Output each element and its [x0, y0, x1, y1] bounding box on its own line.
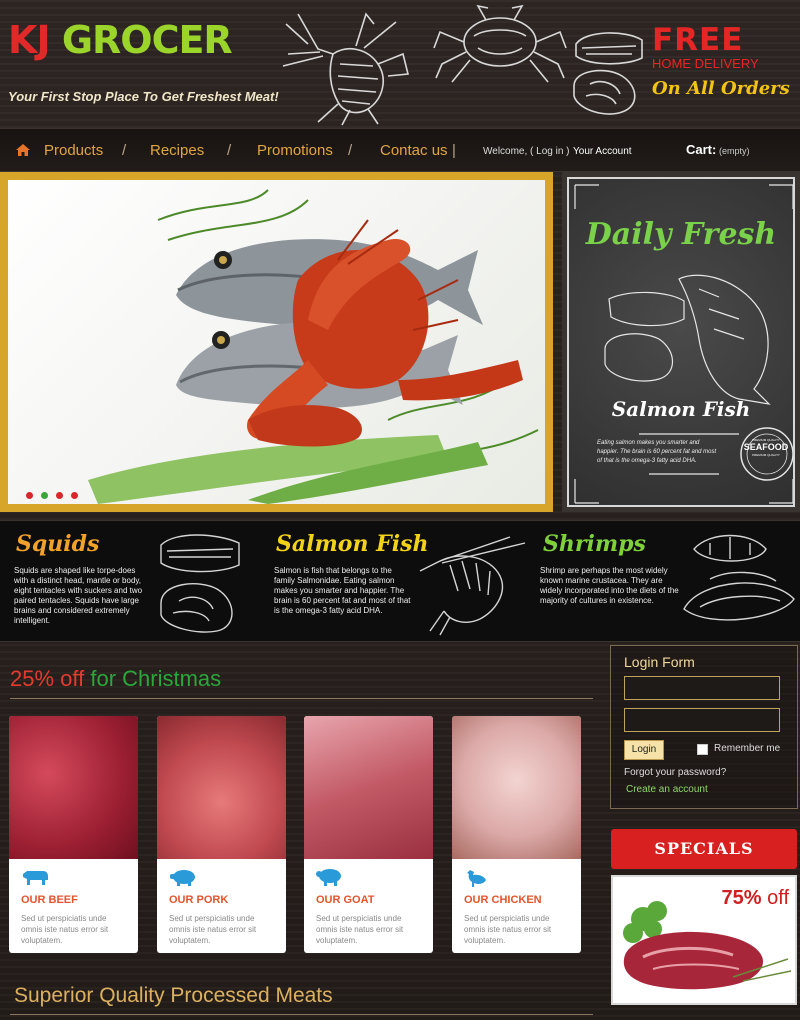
password-field[interactable] [624, 708, 780, 732]
site-header: KJ GROCER Your First Stop Place To Get F… [0, 0, 800, 128]
cow-icon [23, 871, 48, 885]
login-form: Login Form Login Remember me Forgot your… [610, 645, 798, 809]
free-delivery-orders: On All Orders [652, 78, 790, 99]
chicken-icon [467, 870, 486, 887]
promo-title-green: for Christmas [90, 666, 222, 691]
card-text: Sed ut perspiciatis unde omnis iste natu… [316, 914, 404, 945]
card-title[interactable]: OUR GOAT [316, 894, 374, 906]
card-text: Sed ut perspiciatis unde omnis iste natu… [169, 914, 257, 945]
cart-status: (empty) [719, 146, 750, 156]
specials-discount: 75% off [722, 887, 789, 910]
logo-kj: KJ [8, 18, 51, 62]
nav-separator: / [348, 142, 353, 159]
salmon-strip-text: Salmon is fish that belongs to the famil… [274, 566, 411, 615]
free-delivery-title: FREE [652, 22, 744, 58]
product-card-beef[interactable]: OUR BEEF Sed ut perspiciatis unde omnis … [9, 716, 138, 953]
main-nav: Products / Recipes / Promotions / Contac… [0, 128, 800, 172]
daily-fresh-board: Daily Fresh Salmon Fish Eating salmon ma… [562, 172, 800, 512]
shrimp-sketch-icon [419, 536, 526, 636]
lobster-sketch-icon [282, 12, 410, 126]
goat-image [304, 716, 433, 859]
specials-off: off [767, 887, 789, 909]
shrimps-text: Shrimp are perhaps the most widely known… [540, 566, 679, 605]
nav-contact[interactable]: Contac us [380, 142, 448, 159]
specials-header: SPECIALS [611, 829, 797, 869]
home-icon[interactable] [15, 143, 31, 157]
hero-image [8, 180, 545, 504]
nav-promotions[interactable]: Promotions [257, 142, 333, 159]
pork-image [157, 716, 286, 859]
beef-image [9, 716, 138, 859]
slide-dot-2[interactable] [41, 492, 48, 499]
nav-products[interactable]: Products [44, 142, 103, 159]
chicken-image [452, 716, 581, 859]
product-card-chicken[interactable]: OUR CHICKEN Sed ut perspiciatis unde omn… [452, 716, 581, 953]
login-button[interactable]: Login [624, 740, 664, 760]
promo-title-red: 25% off [10, 666, 85, 691]
tagline: Your First Stop Place To Get Freshest Me… [8, 89, 279, 104]
salmon-fish-title: Salmon Fish [611, 397, 751, 421]
create-account-link[interactable]: Create an account [626, 784, 708, 795]
remember-label: Remember me [714, 743, 781, 754]
login-title: Login Form [624, 654, 695, 670]
nav-separator: / [122, 142, 127, 159]
nav-bar: | [452, 142, 456, 159]
squids-text: Squids are shaped like torpe-does with a… [14, 566, 143, 625]
daily-fresh-title: Daily Fresh [585, 217, 777, 252]
remember-checkbox[interactable] [697, 744, 708, 755]
slide-dot-1[interactable] [26, 492, 33, 499]
salmon-strip-title: Salmon Fish [276, 531, 429, 557]
seafood-badge: PREMIUM QUALITY SEAFOOD PREMIUM QUALITY [741, 438, 791, 457]
divider [10, 1014, 593, 1015]
site-logo[interactable]: KJ GROCER [8, 18, 233, 62]
cart-label[interactable]: Cart: [686, 142, 716, 157]
product-card-pork[interactable]: OUR PORK Sed ut perspiciatis unde omnis … [157, 716, 286, 953]
divider [10, 698, 593, 699]
hero-slider [0, 172, 553, 512]
card-text: Sed ut perspiciatis unde omnis iste natu… [21, 914, 109, 945]
pig-icon [170, 870, 195, 886]
badge-bottom: PREMIUM QUALITY [752, 453, 780, 457]
squids-title: Squids [16, 531, 100, 557]
seafood-photo [88, 189, 539, 504]
specials-box[interactable]: 75% off [611, 875, 797, 1005]
crab-sketch-icon [433, 4, 567, 83]
fish-steak-icon [160, 534, 240, 633]
chalk-description: Eating salmon makes you smarter and happ… [597, 440, 717, 464]
specials-percent: 75% [721, 887, 762, 909]
forgot-password-link[interactable]: Forgot your password? [624, 767, 726, 778]
card-text: Sed ut perspiciatis unde omnis iste natu… [464, 914, 552, 945]
free-delivery-subtitle: HOME DELIVERY [652, 56, 759, 71]
fish-steak-sketch-icon [573, 32, 643, 115]
slide-dot-3[interactable] [56, 492, 63, 499]
slide-dot-4[interactable] [71, 492, 78, 499]
clam-sketch-icon [683, 534, 795, 621]
your-account-link[interactable]: Your Account [573, 146, 632, 157]
shrimps-title: Shrimps [543, 531, 646, 557]
chalkboard: Daily Fresh Salmon Fish Eating salmon ma… [567, 177, 795, 507]
logo-grocer: GROCER [61, 18, 233, 62]
product-card-goat[interactable]: OUR GOAT Sed ut perspiciatis unde omnis … [304, 716, 433, 953]
username-field[interactable] [624, 676, 780, 700]
welcome-login-link[interactable]: Welcome, ( Log in ) [483, 146, 570, 157]
card-title[interactable]: OUR BEEF [21, 894, 78, 906]
card-title[interactable]: OUR PORK [169, 894, 228, 906]
badge-main: SEAFOOD [743, 442, 789, 452]
nav-recipes[interactable]: Recipes [150, 142, 204, 159]
card-title[interactable]: OUR CHICKEN [464, 894, 542, 906]
seafood-info-strip: Squids Squids are shaped like torpe-does… [0, 520, 800, 642]
promo-title: 25% off for Christmas [10, 666, 221, 692]
sheep-icon [316, 869, 341, 886]
nav-separator: / [227, 142, 232, 159]
section-title: Superior Quality Processed Meats [14, 984, 333, 1007]
